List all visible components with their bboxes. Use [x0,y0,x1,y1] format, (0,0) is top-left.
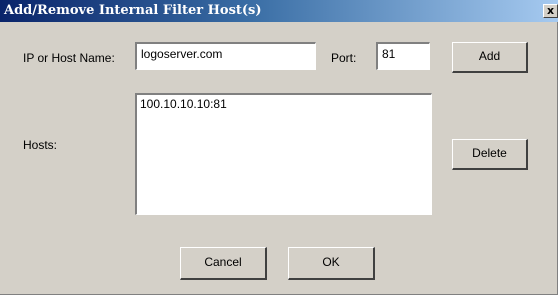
port-input[interactable]: 81 [376,42,430,70]
hosts-list[interactable]: 100.10.10.10:81 [135,93,432,215]
port-label: Port: [331,51,357,65]
ok-button[interactable]: OK [288,247,375,280]
add-button[interactable]: Add [452,42,528,73]
host-name-label: IP or Host Name: [23,51,115,65]
close-button[interactable]: x [543,4,558,18]
add-remove-filter-host-dialog: Add/Remove Internal Filter Host(s) x IP … [0,0,558,295]
title-bar[interactable]: Add/Remove Internal Filter Host(s) x [0,0,558,22]
window-title: Add/Remove Internal Filter Host(s) [4,3,262,18]
cancel-button[interactable]: Cancel [180,247,267,280]
host-name-input[interactable]: logoserver.com [135,42,316,70]
list-item[interactable]: 100.10.10.10:81 [140,97,428,112]
delete-button[interactable]: Delete [452,139,528,170]
hosts-label: Hosts: [23,138,58,152]
close-icon: x [546,4,555,17]
